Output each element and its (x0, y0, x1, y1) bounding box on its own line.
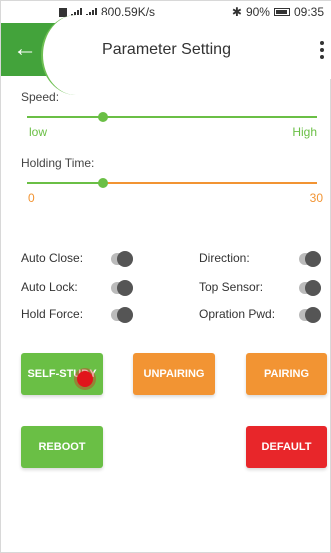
touch-indicator (77, 371, 93, 387)
top-sensor-label: Top Sensor: (199, 280, 264, 294)
default-button[interactable]: DEFAULT (246, 426, 327, 468)
more-vertical-icon[interactable] (318, 39, 326, 63)
app-screen: 800.59K/s ✱ 90% 09:35 ← Parameter Settin… (0, 0, 331, 553)
unpairing-button[interactable]: UNPAIRING (133, 353, 215, 395)
auto-close-toggle[interactable] (111, 251, 133, 267)
direction-toggle[interactable] (299, 251, 321, 267)
speed-slider-track[interactable] (27, 116, 317, 118)
app-header: ← Parameter Setting (1, 15, 331, 95)
holding-time-track-filled[interactable] (27, 182, 103, 184)
direction-label: Direction: (199, 251, 250, 265)
status-right: ✱ 90% 09:35 (232, 5, 324, 19)
top-sensor-toggle[interactable] (299, 280, 321, 296)
speed-max-label: High (292, 125, 317, 139)
holding-time-track-rest[interactable] (103, 182, 317, 184)
status-bar: 800.59K/s ✱ 90% 09:35 (1, 1, 331, 23)
notification-icon (59, 7, 67, 17)
reboot-button[interactable]: REBOOT (21, 426, 103, 468)
page-title: Parameter Setting (102, 41, 231, 58)
auto-lock-toggle[interactable] (111, 280, 133, 296)
speed-min-label: low (29, 125, 48, 139)
bluetooth-icon: ✱ (231, 5, 242, 19)
hold-force-toggle[interactable] (111, 307, 133, 323)
opration-pwd-label: Opration Pwd: (199, 307, 276, 321)
holding-time-min-label: 0 (28, 191, 35, 205)
holding-time-slider-thumb[interactable] (98, 178, 108, 188)
clock: 09:35 (293, 5, 324, 19)
hold-force-label: Hold Force: (21, 307, 84, 321)
auto-close-label: Auto Close: (21, 251, 84, 265)
holding-time-max-label: 30 (309, 191, 323, 205)
speed-label: Speed: (21, 90, 60, 104)
opration-pwd-toggle[interactable] (299, 307, 321, 323)
speed-slider-thumb[interactable] (98, 112, 108, 122)
pairing-button[interactable]: PAIRING (246, 353, 327, 395)
holding-time-label: Holding Time: (21, 156, 95, 170)
battery-icon (273, 8, 290, 16)
auto-lock-label: Auto Lock: (21, 280, 78, 294)
battery-percent: 90% (245, 5, 270, 19)
